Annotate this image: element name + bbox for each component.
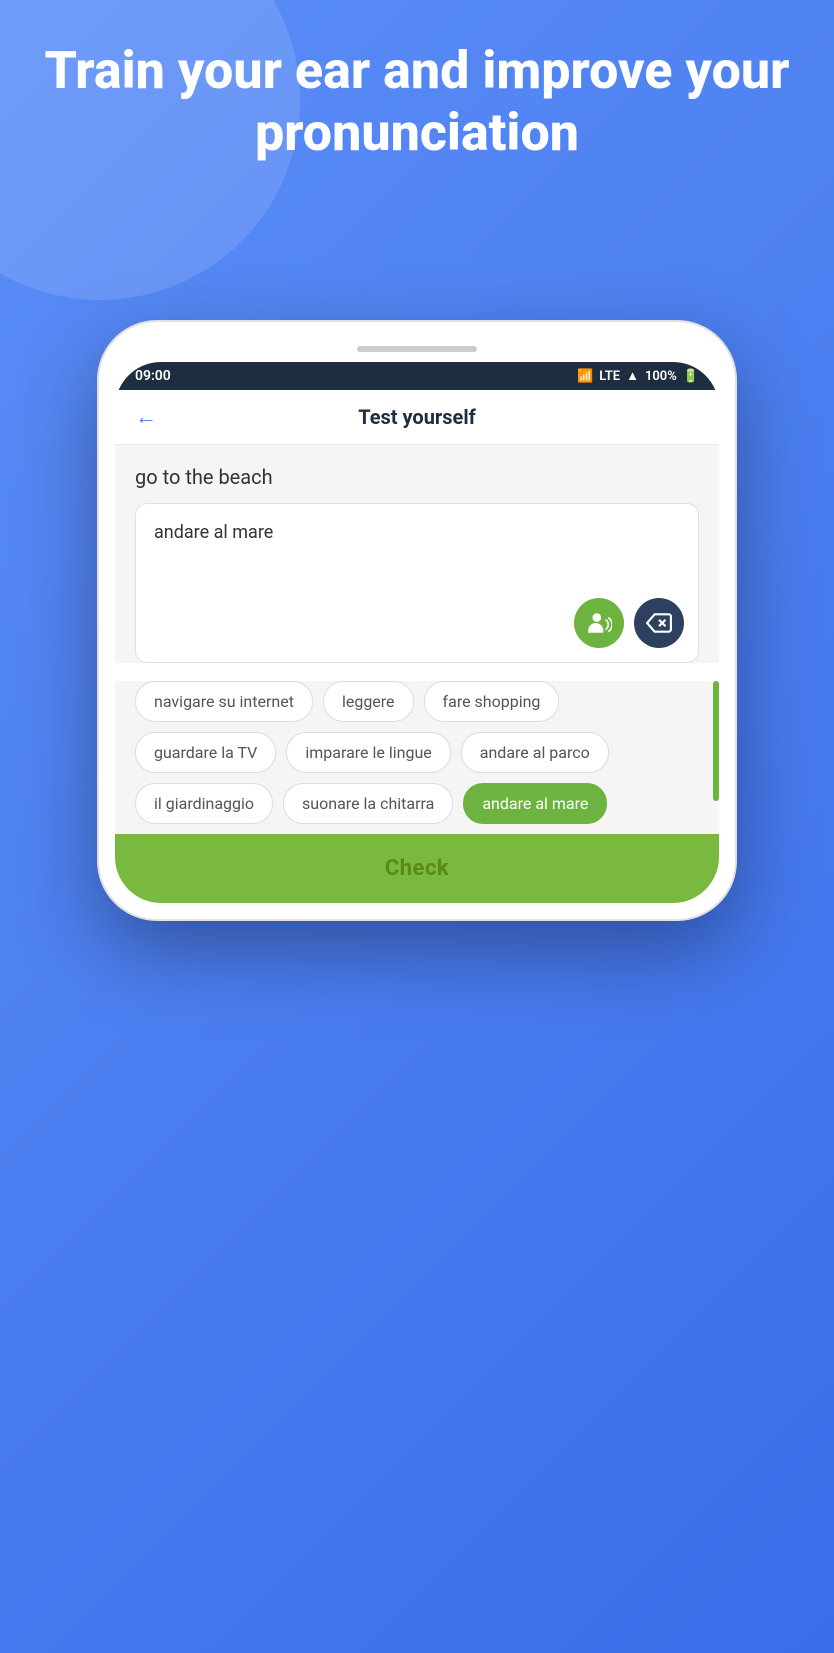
answer-box: andare al mare [135,503,699,663]
status-bar: 09:00 📶 LTE ▲ 100% 🔋 [115,362,719,390]
delete-icon [646,610,672,636]
mic-button[interactable] [574,598,624,648]
word-chip[interactable]: imparare le lingue [286,732,450,773]
answer-actions [574,598,684,648]
word-chip[interactable]: leggere [323,681,414,722]
app-header: ← Test yourself [115,390,719,445]
signal-icon: ▲ [626,368,639,384]
wifi-icon: 📶 [577,369,593,384]
status-icons: 📶 LTE ▲ 100% 🔋 [577,368,699,384]
word-chip[interactable]: andare al parco [461,732,609,773]
answer-text: andare al mare [154,522,273,543]
back-button[interactable]: ← [135,404,157,430]
word-chip[interactable]: navigare su internet [135,681,313,722]
lte-icon: LTE [599,369,620,384]
word-chip[interactable]: il giardinaggio [135,783,273,824]
hero-title: Train your ear and improve your pronunci… [0,40,834,165]
phone-mockup: 09:00 📶 LTE ▲ 100% 🔋 ← Test yourself [97,320,737,921]
check-button[interactable]: Check [115,834,719,903]
phone-frame: 09:00 📶 LTE ▲ 100% 🔋 ← Test yourself [97,320,737,921]
phone-screen: 09:00 📶 LTE ▲ 100% 🔋 ← Test yourself [115,362,719,903]
delete-button[interactable] [634,598,684,648]
phone-speaker [357,346,477,352]
word-chip[interactable]: suonare la chitarra [283,783,453,824]
battery-icon: 🔋 [683,369,699,384]
status-time: 09:00 [135,368,171,384]
word-chip[interactable]: guardare la TV [135,732,276,773]
page-title: Test yourself [358,405,476,429]
word-chip[interactable]: andare al mare [463,783,607,824]
prompt-text: go to the beach [135,465,699,489]
scroll-indicator [713,681,719,801]
chips-area: navigare su internetleggerefare shopping… [115,681,719,834]
word-chip[interactable]: fare shopping [424,681,560,722]
mic-icon [586,610,612,636]
battery-text: 100% [645,369,677,384]
app-content: go to the beach andare al mare [115,445,719,663]
